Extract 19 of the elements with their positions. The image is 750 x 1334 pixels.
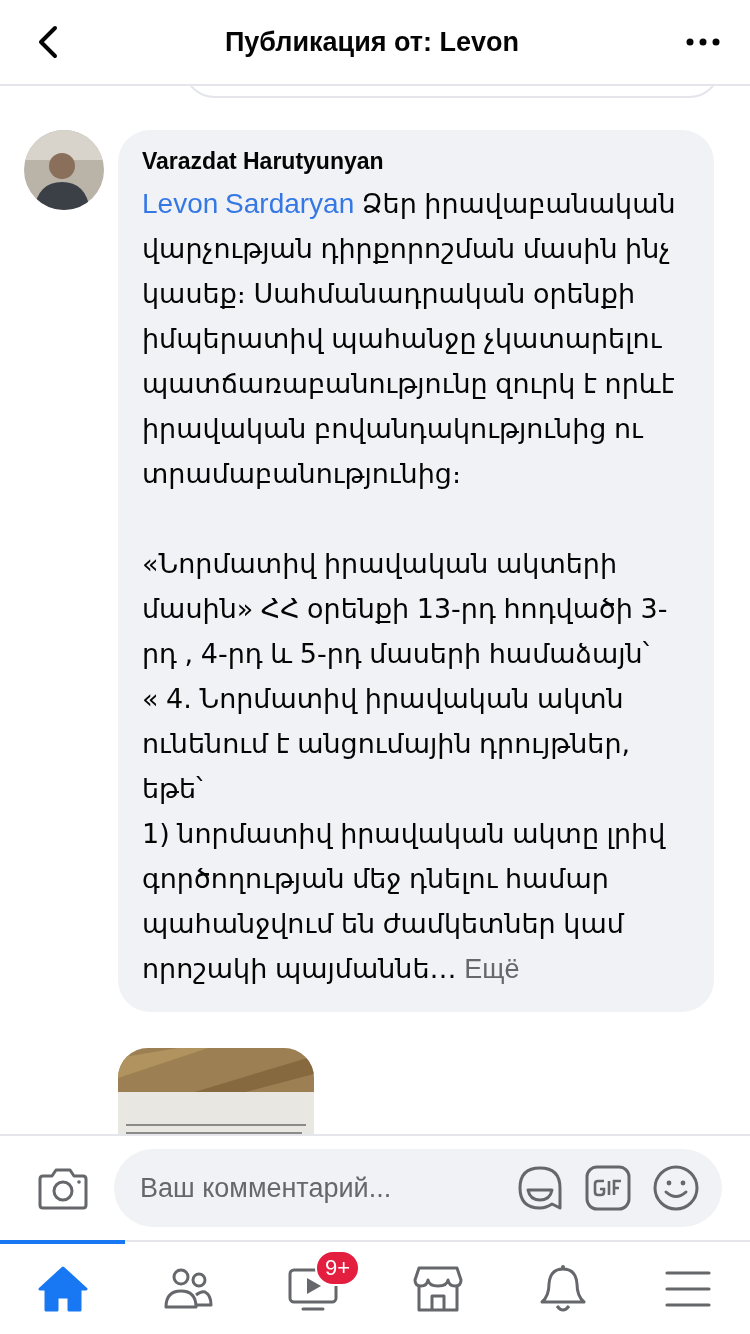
mention-link[interactable]: Levon Sardaryan — [142, 188, 355, 219]
author-name[interactable]: Varazdat Harutyunyan — [142, 148, 690, 175]
shop-icon — [412, 1266, 463, 1312]
page-title: Публикация от: Levon — [223, 26, 521, 58]
tab[interactable]: 9+ — [250, 1240, 375, 1334]
gif-icon[interactable] — [584, 1164, 632, 1212]
more-icon[interactable] — [686, 38, 720, 46]
friends-icon — [162, 1267, 213, 1311]
camera-icon[interactable] — [38, 1166, 88, 1210]
home-icon — [37, 1265, 88, 1313]
sticker-icon[interactable] — [516, 1164, 564, 1212]
notification-badge: 9+ — [315, 1250, 361, 1286]
bell-icon — [539, 1264, 586, 1314]
menu-icon — [664, 1269, 711, 1309]
emoji-icon[interactable] — [652, 1164, 700, 1212]
comment-field[interactable]: Ваш комментарий... — [138, 1171, 496, 1205]
see-more-link[interactable]: Ещё — [464, 954, 520, 984]
comment-text: Levon Sardaryan Ձեր իրավաբանական վարչության դիրքորոշման մասին ինչ կասեք։ Սահմանադրական օրենքի իմպերատիվ պահանջը չկատարելու պատճառաբանությունը զուրկ է որևէ իրավական բովանդակությունից ու տրամաբանությունից։ «Նորմատիվ իրավական ակտերի մասին» ՀՀ օրենքի 13-րդ հոդվածի 3-րդ , 4-րդ և 5-րդ մասերի համաձայն՝ « 4. Նորմատիվ իրավական ակտն ունենում է անցումային դրույթներ, եթե՝ 1) նորմատիվ իրավական ակտը լրիվ գործողության մեջ դնելու համար պահանջվում են ժամկետներ կամ որոշակի պայմաննե… Ещё — [142, 187, 677, 986]
back-icon[interactable] — [38, 25, 58, 59]
